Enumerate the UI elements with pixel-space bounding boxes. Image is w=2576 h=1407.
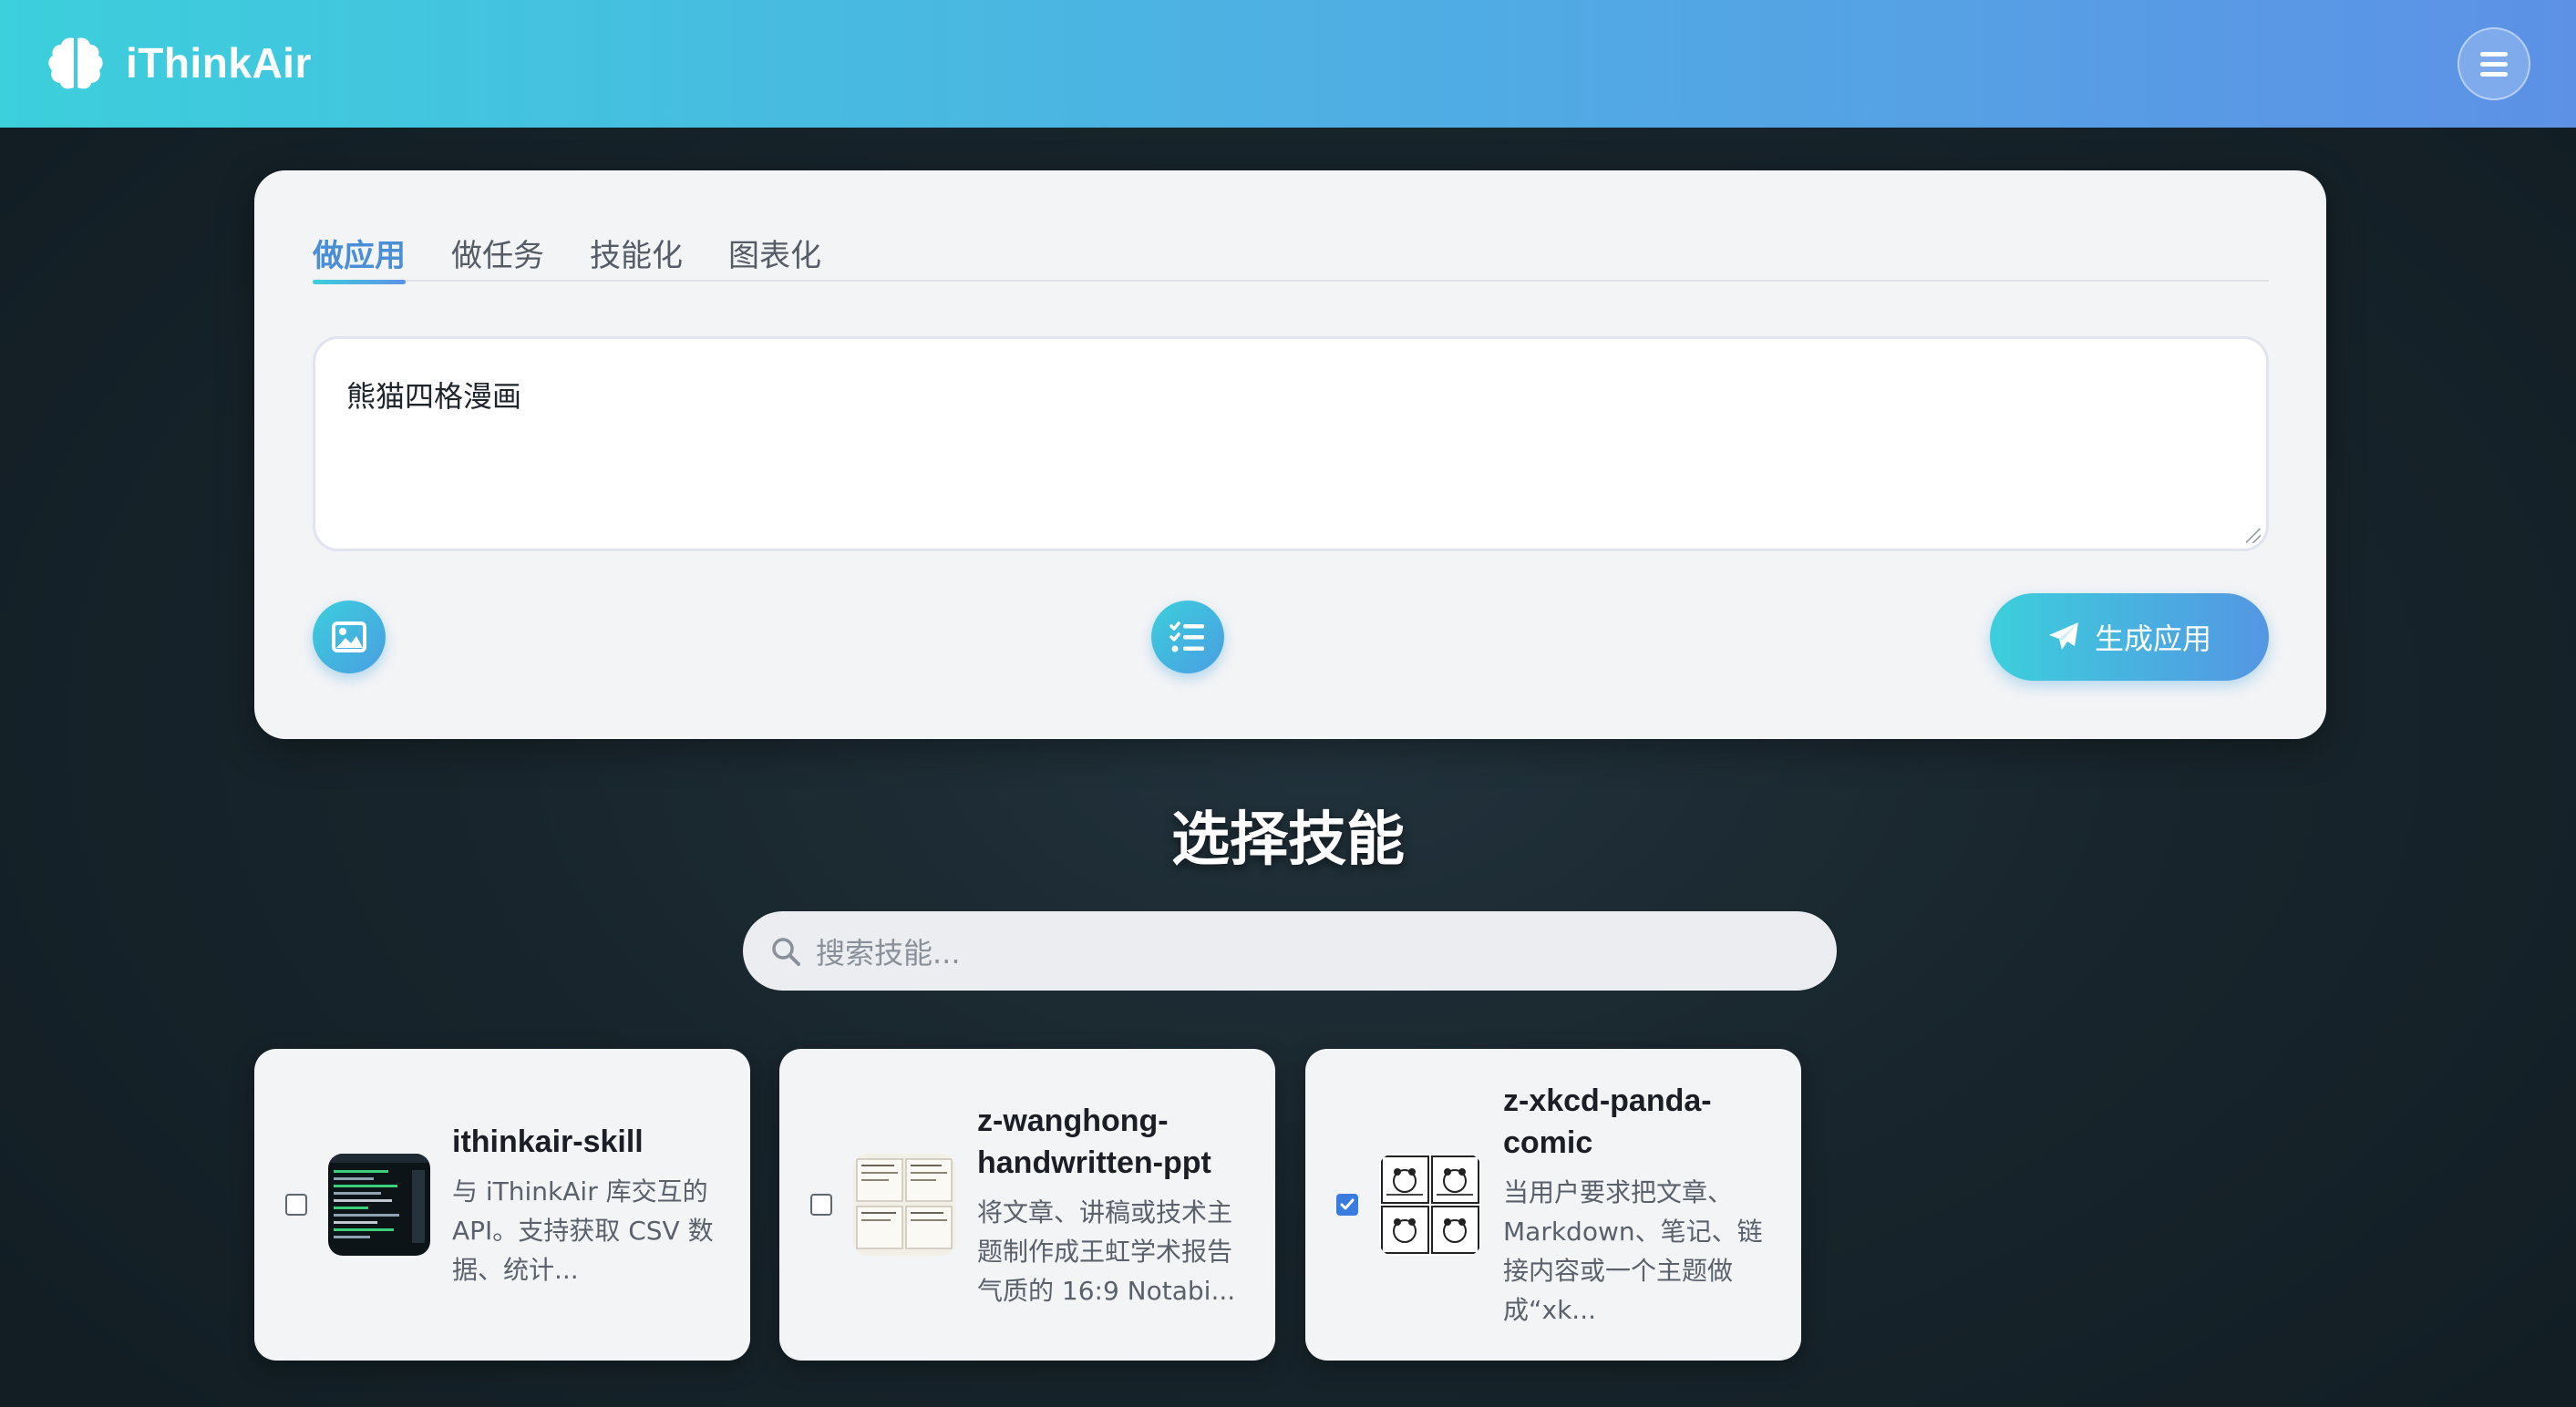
search-icon <box>772 937 800 966</box>
hamburger-menu-icon <box>2480 51 2508 56</box>
composer-card: 做应用 做任务 技能化 图表化 熊猫四格漫画 生成应用 <box>254 170 2326 739</box>
skill-name: z-wanghong-handwritten-ppt <box>977 1103 1211 1180</box>
skill-checkbox[interactable] <box>285 1194 307 1216</box>
skills-title: 选择技能 <box>1171 806 1405 874</box>
menu-button[interactable] <box>2458 27 2530 100</box>
skill-name: z-xkcd-panda-comic <box>1503 1083 1712 1160</box>
search-placeholder: 搜索技能... <box>816 935 961 971</box>
skill-description: 当用户要求把文章、Markdown、笔记、链接内容或一个主题做成“xk... <box>1503 1177 1763 1325</box>
paper-plane-icon <box>2048 622 2078 650</box>
generate-app-label: 生成应用 <box>2094 621 2211 656</box>
tab-make-task[interactable]: 做任务 <box>451 231 544 282</box>
tab-chartify[interactable]: 图表化 <box>728 231 821 282</box>
skill-checkbox[interactable] <box>810 1194 832 1216</box>
upload-image-button[interactable] <box>313 601 386 673</box>
resize-handle[interactable] <box>2246 529 2261 543</box>
skill-description: 将文章、讲稿或技术主题制作成王虹学术报告气质的 16:9 Notabi... <box>977 1196 1236 1306</box>
tab-make-app[interactable]: 做应用 <box>313 231 406 284</box>
brain-icon <box>48 37 103 89</box>
skill-thumbnail <box>853 1154 955 1256</box>
skill-checkbox[interactable] <box>1336 1194 1358 1216</box>
task-list-button[interactable] <box>1151 601 1224 673</box>
skill-card[interactable]: z-wanghong-handwritten-ppt 将文章、讲稿或技术主题制作… <box>779 1049 1275 1361</box>
skill-name: ithinkair-skill <box>452 1124 644 1159</box>
prompt-input[interactable]: 熊猫四格漫画 <box>313 336 2269 551</box>
brand-name: iThinkAir <box>126 39 312 87</box>
skill-card[interactable]: z-xkcd-panda-comic 当用户要求把文章、Markdown、笔记、… <box>1305 1049 1801 1361</box>
skill-thumbnail <box>328 1154 430 1256</box>
skill-search-input[interactable]: 搜索技能... <box>743 911 1837 991</box>
skill-description: 与 iThinkAir 库交互的 API。支持获取 CSV 数据、统计... <box>452 1176 714 1285</box>
prompt-text: 熊猫四格漫画 <box>346 379 522 414</box>
skill-thumbnail <box>1379 1154 1481 1256</box>
image-icon <box>332 621 366 652</box>
tab-skillify[interactable]: 技能化 <box>590 231 683 282</box>
brand[interactable]: iThinkAir <box>44 31 312 95</box>
skill-card[interactable]: ithinkair-skill 与 iThinkAir 库交互的 API。支持获… <box>254 1049 750 1361</box>
checkmark-icon <box>1340 1198 1355 1210</box>
checklist-icon <box>1170 621 1204 652</box>
generate-app-button[interactable]: 生成应用 <box>1990 593 2269 681</box>
top-bar: iThinkAir <box>0 0 2576 128</box>
mode-tabs: 做应用 做任务 技能化 图表化 <box>313 231 2269 284</box>
